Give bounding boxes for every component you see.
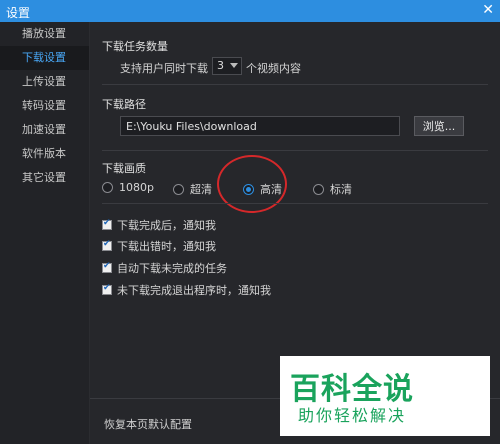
quality-radio-1080p[interactable]: 1080p — [102, 181, 154, 194]
sidebar-item-playback[interactable]: 播放设置 — [0, 22, 89, 46]
notify-error-checkbox[interactable]: 下载出错时，通知我 — [102, 238, 216, 254]
sidebar-item-version[interactable]: 软件版本 — [0, 142, 89, 166]
notify-exit-checkbox[interactable]: 未下载完成退出程序时，通知我 — [102, 282, 271, 298]
checkbox-box — [102, 239, 112, 251]
quality-radio-super[interactable]: 超清 — [173, 181, 212, 197]
checkbox-label: 自动下载未完成的任务 — [117, 262, 227, 275]
tasks-section-title: 下载任务数量 — [102, 40, 168, 53]
checkbox-box — [102, 218, 112, 230]
radio-circle — [102, 182, 113, 193]
radio-label: 高清 — [260, 183, 282, 196]
quality-section-title: 下载画质 — [102, 162, 146, 175]
radio-label: 1080p — [119, 181, 154, 194]
sidebar-item-transcode[interactable]: 转码设置 — [0, 94, 89, 118]
radio-circle — [313, 183, 324, 195]
restore-defaults-link[interactable]: 恢复本页默认配置 — [104, 416, 192, 432]
divider — [102, 84, 488, 85]
tasks-prefix-label: 支持用户同时下载 — [120, 62, 208, 75]
sidebar: 播放设置 下载设置 上传设置 转码设置 加速设置 软件版本 其它设置 — [0, 22, 90, 444]
close-icon[interactable]: ✕ — [482, 2, 494, 18]
title-bar: 设置 ✕ — [0, 0, 500, 22]
concurrent-downloads-value: 3 — [217, 59, 224, 72]
path-section-title: 下载路径 — [102, 98, 146, 111]
sidebar-item-other[interactable]: 其它设置 — [0, 166, 89, 190]
radio-circle — [173, 183, 184, 195]
quality-radio-high[interactable]: 高清 — [243, 181, 282, 197]
checkbox-label: 下载完成后，通知我 — [117, 219, 216, 232]
checkbox-box — [102, 261, 112, 273]
sidebar-item-upload[interactable]: 上传设置 — [0, 70, 89, 94]
chevron-down-icon — [230, 63, 238, 68]
download-path-input[interactable] — [120, 116, 400, 136]
tasks-suffix-label: 个视频内容 — [246, 62, 301, 75]
checkbox-box — [102, 283, 112, 295]
radio-circle-selected — [243, 183, 254, 195]
radio-label: 标清 — [330, 183, 352, 196]
sidebar-item-download[interactable]: 下载设置 — [0, 46, 89, 70]
watermark-subtitle: 助你轻松解决 — [298, 406, 407, 425]
sidebar-item-acceleration[interactable]: 加速设置 — [0, 118, 89, 142]
checkbox-label: 下载出错时，通知我 — [117, 240, 216, 253]
checkbox-label: 未下载完成退出程序时，通知我 — [117, 284, 271, 297]
notify-complete-checkbox[interactable]: 下载完成后，通知我 — [102, 217, 216, 233]
auto-resume-checkbox[interactable]: 自动下载未完成的任务 — [102, 260, 227, 276]
quality-radio-standard[interactable]: 标清 — [313, 181, 352, 197]
watermark-logo: 百科全说 助你轻松解决 — [280, 356, 490, 436]
concurrent-downloads-select[interactable]: 3 — [212, 57, 242, 75]
browse-button[interactable]: 浏览... — [414, 116, 464, 136]
divider — [102, 203, 488, 204]
radio-label: 超清 — [190, 183, 212, 196]
window-title: 设置 — [6, 6, 31, 20]
divider — [102, 150, 488, 151]
